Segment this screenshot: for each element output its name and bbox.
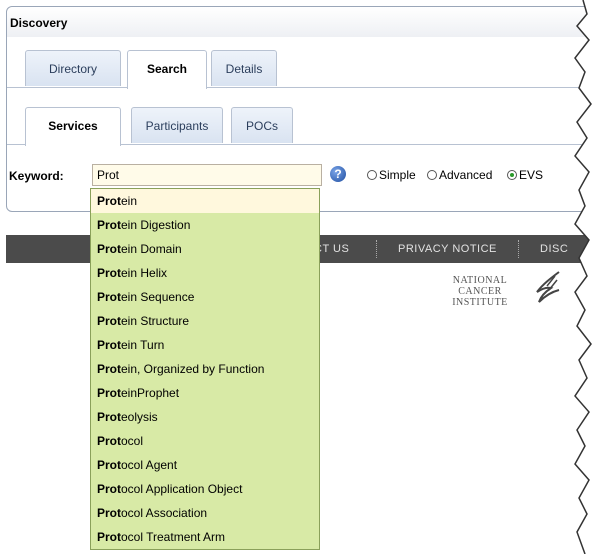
tab-directory[interactable]: Directory [25,50,121,86]
suggestion-item[interactable]: Protein Sequence [91,285,319,309]
suggestion-item[interactable]: Protein Digestion [91,213,319,237]
suggestion-item[interactable]: Protein Turn [91,333,319,357]
suggestion-match: Prot [97,338,121,352]
mode-advanced[interactable]: Advanced [427,168,492,182]
suggestion-rest: ocol Treatment Arm [121,530,226,544]
suggestion-match: Prot [97,434,121,448]
suggestion-item[interactable]: Protein Domain [91,237,319,261]
keyword-label: Keyword: [9,169,64,183]
suggestion-rest: eolysis [121,410,158,424]
suggestion-match: Prot [97,506,121,520]
main-tabstrip: Directory Search Details [7,50,595,89]
suggestion-rest: ocol [121,434,144,448]
suggestion-rest: ein, Organized by Function [121,362,265,376]
suggestion-match: Prot [97,218,121,232]
sub-tabstrip: Services Participants POCs [7,107,595,146]
suggestion-rest: ocol Association [121,506,208,520]
suggestion-item[interactable]: Protocol Association [91,501,319,525]
mode-simple-label: Simple [379,168,416,182]
radio-advanced[interactable] [427,170,437,180]
suggestion-match: Prot [97,458,121,472]
discovery-panel: Discovery Directory Search Details Servi… [6,6,595,212]
suggestion-match: Prot [97,530,121,544]
suggestion-item[interactable]: Protocol Agent [91,453,319,477]
mode-advanced-label: Advanced [439,168,493,182]
suggestion-match: Prot [97,362,121,376]
suggestion-match: Prot [97,386,121,400]
footer-link-privacy[interactable]: PRIVACY NOTICE [398,243,497,255]
tab-services[interactable]: Services [25,107,121,146]
suggestion-rest: einProphet [121,386,180,400]
suggestion-match: Prot [97,290,121,304]
suggestion-rest: ein [121,194,138,208]
mode-evs-label: EVS [519,168,544,182]
suggestion-rest: ein Domain [121,242,182,256]
torn-edge-decoration [574,0,595,554]
suggestion-match: Prot [97,266,121,280]
suggestion-match: Prot [97,482,121,496]
suggestion-item[interactable]: Protein [91,189,319,213]
keyword-input[interactable] [92,164,322,186]
tab-pocs[interactable]: POCs [231,107,293,143]
suggestion-rest: ocol Application Object [121,482,243,496]
suggestion-item[interactable]: Protocol [91,429,319,453]
suggestion-item[interactable]: Protein Structure [91,309,319,333]
radio-simple[interactable] [367,170,377,180]
suggestion-item[interactable]: Protocol Application Object [91,477,319,501]
suggestion-rest: ein Structure [121,314,190,328]
mode-simple[interactable]: Simple [367,168,416,182]
tab-details[interactable]: Details [211,50,277,86]
suggestion-match: Prot [97,314,121,328]
suggestion-match: Prot [97,194,121,208]
suggestion-rest: ein Sequence [121,290,195,304]
panel-title: Discovery [10,16,68,30]
suggestion-item[interactable]: ProteinProphet [91,381,319,405]
nci-logo: NATIONAL CANCER INSTITUTE [452,275,508,308]
suggestion-rest: ein Turn [121,338,165,352]
panel-header: Discovery [7,7,595,37]
suggestion-match: Prot [97,242,121,256]
tab-search[interactable]: Search [127,50,207,89]
suggestion-rest: ein Digestion [121,218,191,232]
mode-evs[interactable]: EVS [507,168,543,182]
suggestion-item[interactable]: Protocol Treatment Arm [91,525,319,549]
suggestion-item[interactable]: Protein, Organized by Function [91,357,319,381]
suggestion-item[interactable]: Proteolysis [91,405,319,429]
suggestion-rest: ocol Agent [121,458,178,472]
help-icon[interactable]: ? [330,166,346,182]
tab-participants[interactable]: Participants [131,107,223,143]
suggestion-rest: ein Helix [121,266,168,280]
suggestion-item[interactable]: Protein Helix [91,261,319,285]
radio-evs[interactable] [507,170,517,180]
suggestion-match: Prot [97,410,121,424]
autocomplete-dropdown: Protein Protein Digestion Protein Domain Pr… [90,188,320,550]
